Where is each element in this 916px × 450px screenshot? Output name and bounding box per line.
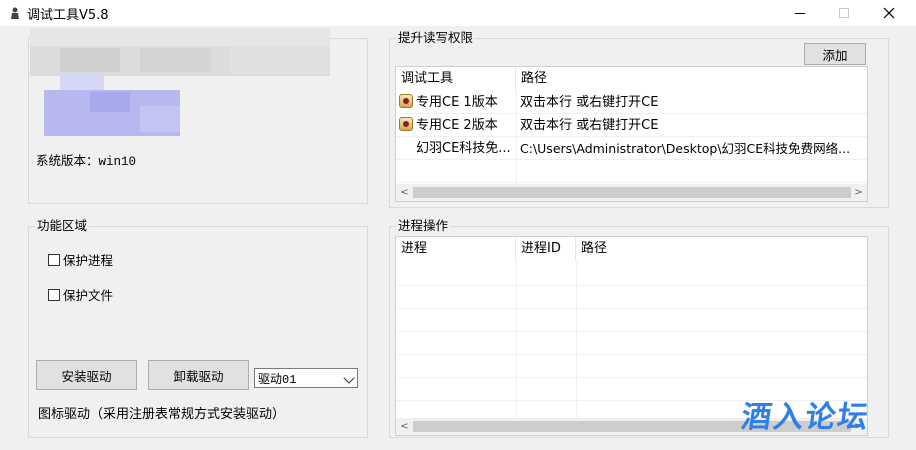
scroll-left-arrow[interactable]: < xyxy=(396,184,413,201)
empty-row xyxy=(396,286,867,309)
window-title: 调试工具V5.8 xyxy=(27,8,109,23)
protect-process-checkbox[interactable]: 保护进程 xyxy=(48,250,113,269)
privilege-list[interactable]: 调试工具 路径 专用CE 1版本 双击本行 或右键打开CE 专用CE 2版本 双… xyxy=(395,66,868,202)
system-version: 系统版本：win10 xyxy=(36,150,136,169)
protect-file-checkbox[interactable]: 保护文件 xyxy=(48,285,113,304)
driver-note: 图标驱动（采用注册表常规方式安装驱动） xyxy=(38,407,286,422)
protect-process-label: 保护进程 xyxy=(63,253,114,268)
client-area: 系统版本：win10 提升读写权限 添加 调试工具 路径 专用CE 1版本 双击… xyxy=(0,26,916,450)
title-bar: 调试工具V5.8 xyxy=(0,0,916,26)
process-group-title: 进程操作 xyxy=(396,218,451,234)
privilege-hscrollbar[interactable]: < > xyxy=(396,184,867,201)
empty-row xyxy=(396,309,867,332)
process-list-header: 进程 进程ID 路径 xyxy=(396,237,867,261)
column-header-process[interactable]: 进程 xyxy=(396,237,516,261)
close-icon xyxy=(883,7,895,19)
column-header-path[interactable]: 路径 xyxy=(576,237,867,261)
minimize-icon xyxy=(795,12,805,14)
list-item[interactable]: 幻羽CE科技免... C:\Users\Administrator\Deskto… xyxy=(396,137,867,160)
privilege-group-title: 提升读写权限 xyxy=(396,30,476,46)
system-version-value: win10 xyxy=(98,155,137,169)
list-item[interactable]: 专用CE 2版本 双击本行 或右键打开CE xyxy=(396,114,867,137)
scroll-right-arrow[interactable]: > xyxy=(850,184,867,201)
column-header-tool[interactable]: 调试工具 xyxy=(396,67,516,91)
protect-file-label: 保护文件 xyxy=(63,288,114,303)
uninstall-driver-button[interactable]: 卸载驱动 xyxy=(148,360,249,390)
checkbox-box[interactable] xyxy=(48,253,60,266)
app-icon xyxy=(11,7,19,19)
list-item-tool: 专用CE 1版本 xyxy=(416,95,498,110)
add-button[interactable]: 添加 xyxy=(804,43,866,65)
list-item-path: 双击本行 或右键打开CE xyxy=(520,118,659,133)
empty-row xyxy=(396,160,867,183)
privilege-list-header: 调试工具 路径 xyxy=(396,67,867,91)
empty-row xyxy=(396,355,867,378)
column-header-pid[interactable]: 进程ID xyxy=(516,237,576,261)
list-item[interactable]: 专用CE 1版本 双击本行 或右键打开CE xyxy=(396,91,867,114)
watermark-logo: 酒入论坛 xyxy=(739,400,872,435)
driver-select-value: 驱动01 xyxy=(258,372,297,387)
ce-icon xyxy=(399,94,413,108)
maximize-button[interactable] xyxy=(821,0,867,26)
empty-row xyxy=(396,332,867,355)
system-version-label: 系统版本： xyxy=(36,153,99,168)
list-item-path: C:\Users\Administrator\Desktop\幻羽CE科技免费网… xyxy=(520,141,851,156)
install-driver-button[interactable]: 安装驱动 xyxy=(36,360,137,390)
list-item-tool: 幻羽CE科技免... xyxy=(416,141,511,156)
list-item-path: 双击本行 或右键打开CE xyxy=(520,95,659,110)
chevron-down-icon xyxy=(343,372,355,384)
driver-select[interactable]: 驱动01 xyxy=(254,368,358,388)
scroll-thumb[interactable] xyxy=(413,187,851,198)
close-button[interactable] xyxy=(866,0,912,26)
list-item-tool: 专用CE 2版本 xyxy=(416,118,498,133)
scroll-left-arrow[interactable]: < xyxy=(396,418,413,435)
ce-icon xyxy=(399,117,413,131)
maximize-icon xyxy=(839,8,849,18)
column-header-path[interactable]: 路径 xyxy=(516,67,867,91)
empty-row xyxy=(396,263,867,286)
minimize-button[interactable] xyxy=(777,0,823,26)
checkbox-box[interactable] xyxy=(48,288,60,301)
function-group-title: 功能区域 xyxy=(35,218,90,234)
